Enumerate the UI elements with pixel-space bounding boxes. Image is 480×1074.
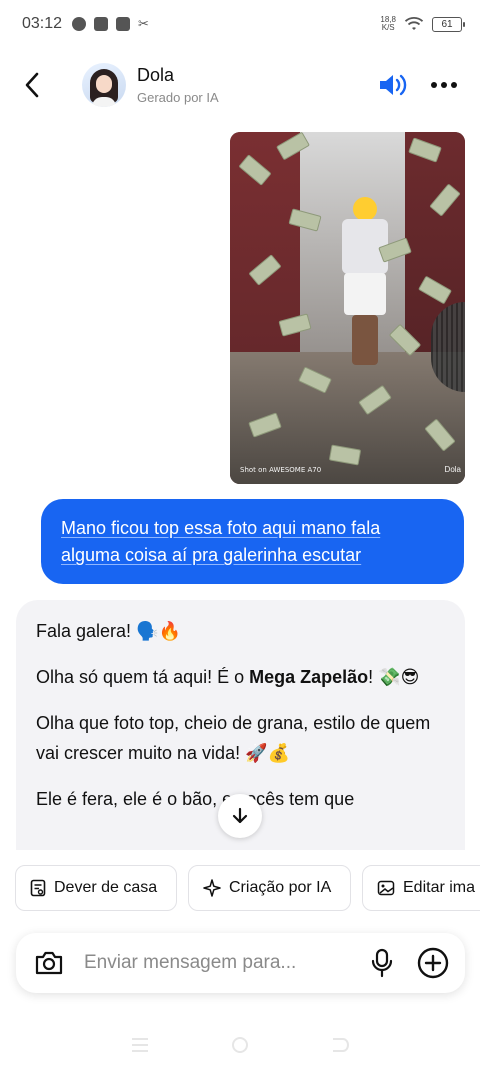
facebook-icon: [94, 17, 109, 31]
arrow-down-icon: [232, 807, 248, 824]
chip-label: Editar ima: [403, 879, 476, 896]
chip-ai-creation[interactable]: Criação por IA: [188, 865, 351, 911]
menu-nav-icon[interactable]: [130, 1036, 150, 1054]
chip-homework[interactable]: Dever de casa: [15, 865, 177, 911]
sparkle-icon: [203, 879, 221, 897]
photo-watermark: Shot on AWESOME A70: [240, 466, 322, 474]
image-edit-icon: [377, 880, 395, 896]
message-input[interactable]: Enviar mensagem para...: [84, 952, 371, 974]
contact-subtitle: Gerado por IA: [137, 90, 219, 105]
message-composer: Enviar mensagem para...: [16, 933, 465, 993]
status-bar: 03:12 ✂ 18,8 K/S 61: [0, 0, 480, 48]
status-time: 03:12: [22, 15, 63, 32]
photo-brand: Dola: [444, 465, 461, 474]
emoji-face-icon: [353, 197, 377, 221]
user-message-text: Mano ficou top essa foto aqui mano fala …: [61, 518, 381, 565]
chat-header: Dola Gerado por IA: [0, 52, 480, 118]
composer-actions: [371, 947, 449, 979]
system-nav-bar: [0, 1030, 480, 1060]
home-nav-icon[interactable]: [230, 1035, 250, 1055]
back-nav-icon[interactable]: [330, 1036, 350, 1054]
suggestion-chips: Dever de casa Criação por IA Editar ima: [0, 865, 480, 913]
title-block[interactable]: Dola Gerado por IA: [137, 65, 219, 105]
battery-icon: 61: [432, 16, 465, 32]
shared-photo[interactable]: Shot on AWESOME A70 Dola: [230, 132, 465, 484]
back-button[interactable]: [2, 55, 62, 115]
battery-level: 61: [441, 18, 453, 30]
status-right: 18,8 K/S 61: [380, 16, 465, 32]
ai-paragraph-3: Olha que foto top, cheio de grana, estil…: [36, 713, 431, 763]
microphone-icon[interactable]: [371, 948, 393, 978]
capcut-icon: ✂: [138, 16, 149, 31]
homework-icon: [30, 879, 46, 897]
net-speed-unit: K/S: [381, 23, 395, 32]
more-icon[interactable]: [430, 81, 458, 89]
chip-label: Criação por IA: [229, 879, 332, 896]
contact-name: Dola: [137, 65, 175, 85]
wifi-icon: [404, 17, 424, 30]
chat-area[interactable]: Shot on AWESOME A70 Dola Mano ficou top …: [0, 118, 480, 850]
chip-edit-image[interactable]: Editar ima: [362, 865, 480, 911]
scroll-down-button[interactable]: [218, 794, 262, 838]
notification-icons: ✂: [72, 16, 149, 32]
speaker-icon[interactable]: [378, 72, 408, 98]
user-message-bubble[interactable]: Mano ficou top essa foto aqui mano fala …: [41, 499, 464, 584]
outlook-icon: [116, 17, 131, 31]
net-speed: 18,8 K/S: [380, 16, 396, 32]
back-arrow-icon: [25, 72, 39, 98]
avatar[interactable]: [82, 63, 126, 107]
ai-paragraph-1: Fala galera! 🗣️🔥: [36, 621, 181, 641]
header-actions: [378, 72, 458, 98]
ai-paragraph-2: Olha só quem tá aqui! É o Mega Zapelão! …: [36, 667, 420, 687]
camera-icon[interactable]: [34, 950, 64, 976]
whatsapp-icon: [72, 17, 87, 31]
chip-label: Dever de casa: [54, 879, 158, 896]
add-icon[interactable]: [417, 947, 449, 979]
